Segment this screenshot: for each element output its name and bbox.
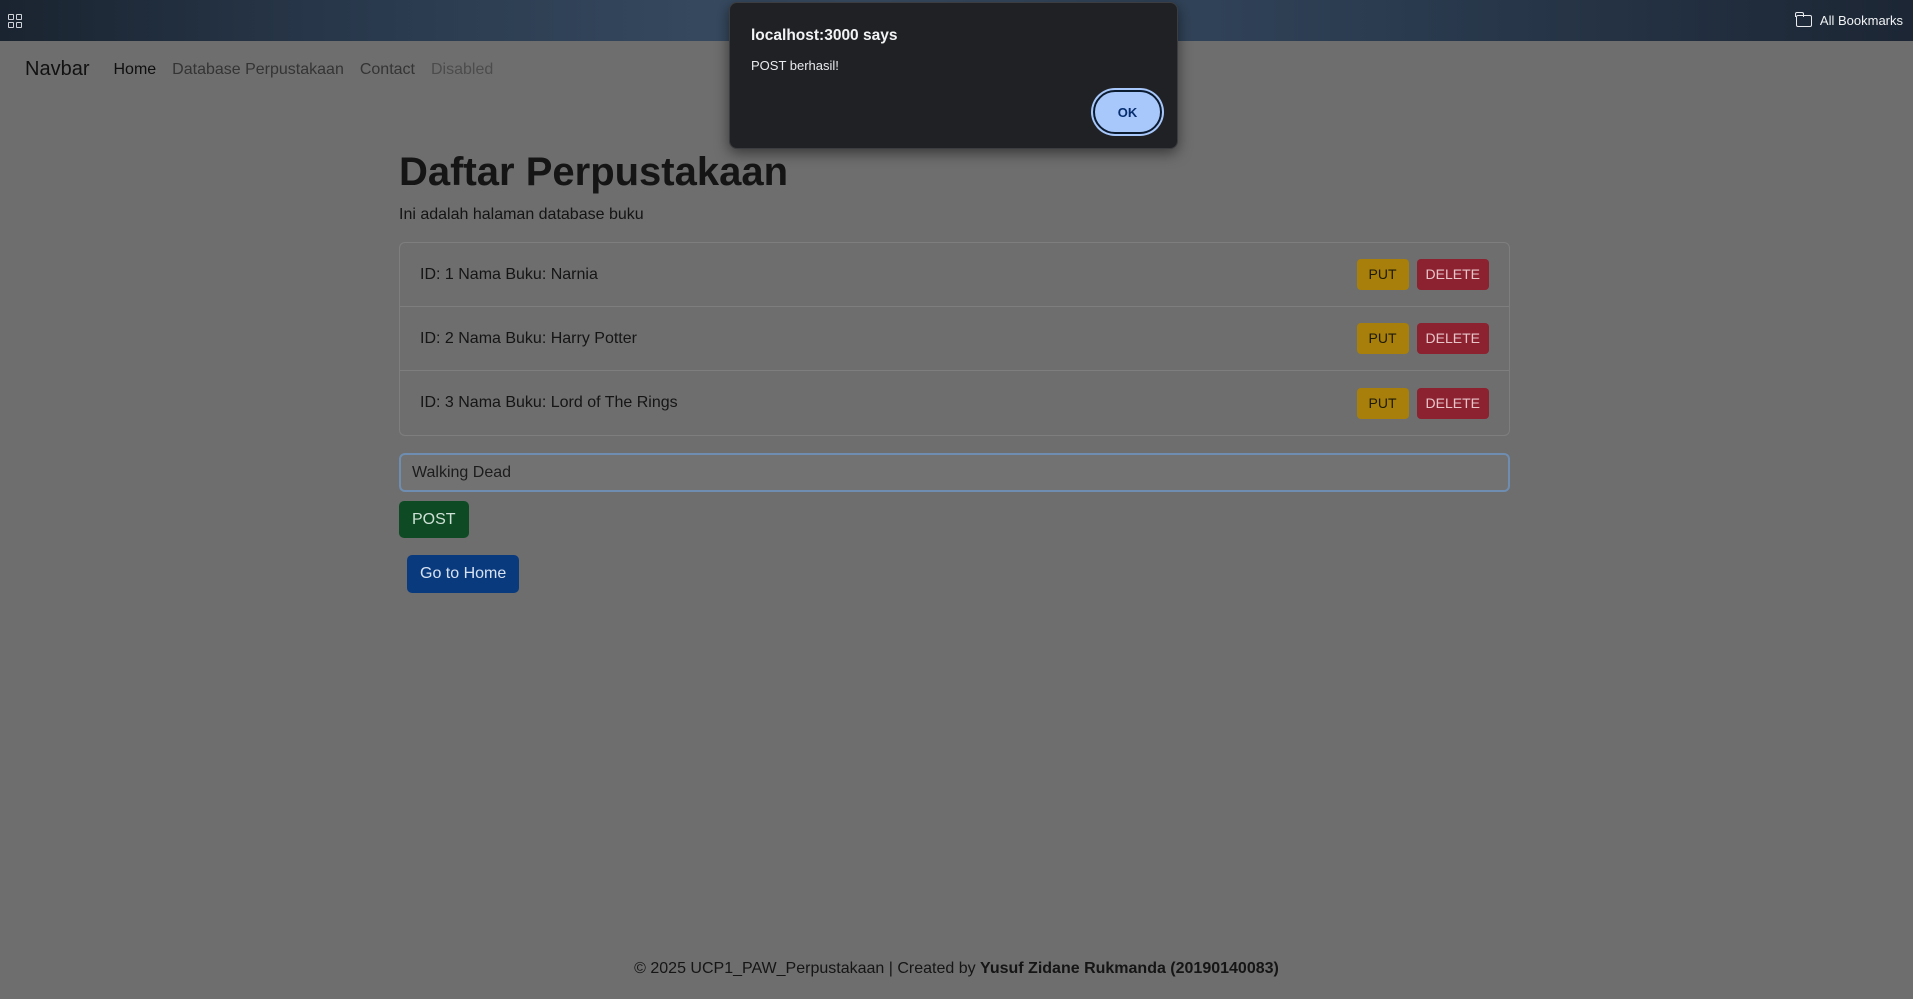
- nav-link-home[interactable]: Home: [113, 61, 156, 79]
- go-home-button[interactable]: Go to Home: [407, 555, 520, 593]
- page-content: Navbar Home Database Perpustakaan Contac…: [0, 41, 1913, 999]
- list-item: ID: 2 Nama Buku: Harry Potter PUT DELETE: [400, 307, 1509, 371]
- book-text: ID: 3 Nama Buku: Lord of The Rings: [420, 394, 678, 411]
- page-subtitle: Ini adalah halaman database buku: [399, 206, 644, 223]
- apps-grid-icon[interactable]: [8, 13, 22, 28]
- main-container: Daftar Perpustakaan Ini adalah halaman d…: [399, 148, 1510, 593]
- ok-button[interactable]: OK: [1093, 90, 1162, 134]
- list-item: ID: 3 Nama Buku: Lord of The Rings PUT D…: [400, 371, 1509, 435]
- page-title: Daftar Perpustakaan: [399, 150, 789, 194]
- put-button[interactable]: PUT: [1356, 387, 1409, 419]
- footer-author: Yusuf Zidane Rukmanda (20190140083): [980, 960, 1279, 977]
- alert-dialog: localhost:3000 says POST berhasil! OK: [729, 2, 1178, 149]
- delete-button[interactable]: DELETE: [1416, 323, 1489, 354]
- book-name-field-wrapper: [399, 453, 1510, 492]
- book-name-input[interactable]: [412, 463, 1508, 482]
- nav-link-contact[interactable]: Contact: [360, 61, 415, 79]
- put-button[interactable]: PUT: [1356, 323, 1409, 354]
- all-bookmarks-label: All Bookmarks: [1819, 13, 1903, 28]
- book-list: ID: 1 Nama Buku: Narnia PUT DELETE ID: 2…: [399, 242, 1510, 436]
- folder-icon: [1795, 11, 1812, 27]
- nav-link-disabled: Disabled: [430, 60, 494, 78]
- nav-link-database[interactable]: Database Perpustakaan: [172, 61, 344, 79]
- navbar-brand[interactable]: Navbar: [25, 58, 89, 81]
- put-button[interactable]: PUT: [1356, 259, 1409, 290]
- footer: © 2025 UCP1_PAW_Perpustakaan | Created b…: [0, 960, 1913, 978]
- dialog-message: POST berhasil!: [751, 58, 839, 73]
- post-button[interactable]: POST: [399, 501, 469, 538]
- delete-button[interactable]: DELETE: [1416, 259, 1489, 290]
- dialog-title: localhost:3000 says: [751, 27, 898, 44]
- book-text: ID: 2 Nama Buku: Harry Potter: [420, 329, 637, 347]
- all-bookmarks-button[interactable]: All Bookmarks: [1795, 11, 1903, 28]
- footer-text: © 2025 UCP1_PAW_Perpustakaan | Created b…: [634, 960, 981, 977]
- list-item: ID: 1 Nama Buku: Narnia PUT DELETE: [400, 243, 1509, 307]
- delete-button[interactable]: DELETE: [1416, 387, 1489, 419]
- book-text: ID: 1 Nama Buku: Narnia: [420, 265, 598, 283]
